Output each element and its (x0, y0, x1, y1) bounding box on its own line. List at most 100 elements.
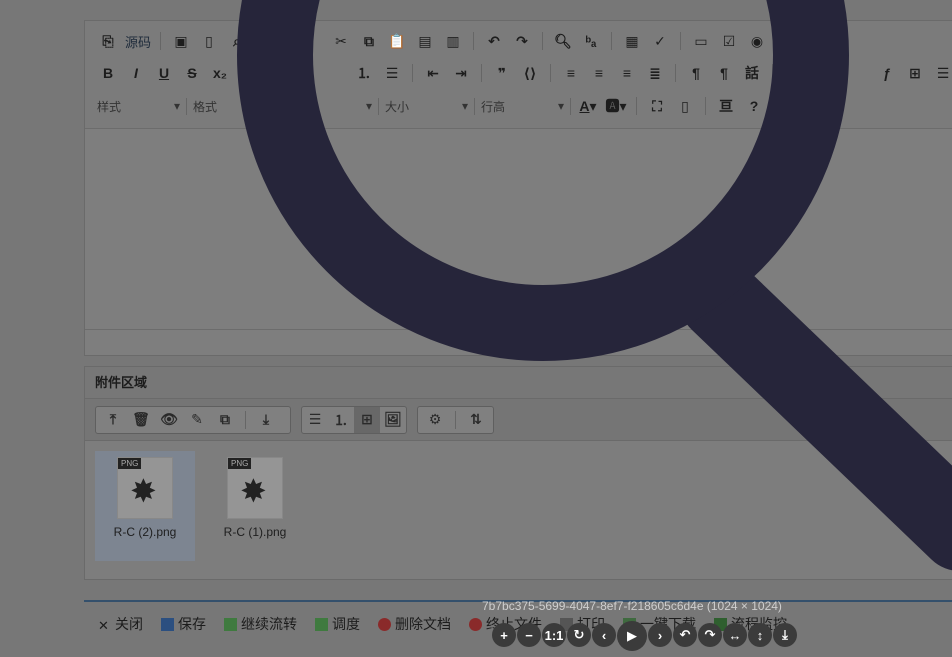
file-name: R-C (2).png (113, 525, 177, 539)
action-save-button[interactable]: 保存 (161, 614, 206, 634)
text-color-icon[interactable]: A ▾ (577, 95, 599, 117)
png-file-icon: PNG (227, 457, 283, 519)
table-icon[interactable]: ⊞ (904, 62, 926, 84)
action-forward-doc-button[interactable]: 继续流转 (224, 614, 297, 634)
upload-icon[interactable]: ⤒ (102, 409, 124, 431)
justify-icon[interactable]: ≣ (644, 62, 666, 84)
prev-button[interactable]: ‹ (592, 623, 616, 647)
download-icon[interactable]: ⤓ (255, 409, 277, 431)
list-view-icon[interactable]: ☰ (302, 409, 328, 431)
outdent-icon[interactable]: ⇤ (422, 62, 444, 84)
view-icon[interactable]: 👁︎ (158, 409, 180, 431)
flash-icon[interactable]: ƒ (876, 62, 898, 84)
editor-toolbar: ⎘ 源码 ▣ ▯ ⌕ ✂ ⧉ 📋 ▤ ▥ ↶ ↷ 🔍︎ ᵇₐ ▦ ✓ ▭ ☑ ◉ ▭ B I U Sx₂ ⒈ ☰ … (85, 21, 952, 129)
source-icon[interactable]: ⎘ (97, 30, 119, 52)
preview-icon[interactable]: ⌕ (226, 30, 248, 52)
font-select[interactable]: 字体 ▾ (289, 97, 379, 115)
copy-icon[interactable]: ⧉ (214, 409, 236, 431)
textfield-icon[interactable]: ▭ (774, 30, 796, 52)
attachment-toolbar: ⤒ 🗑︎ 👁︎ ✎ ⧉ ⤓ ☰ ⒈ ⊞ 🖼︎ ⚙ ⇅ (85, 399, 952, 441)
checkbox-icon[interactable]: ☑ (718, 30, 740, 52)
rtl-icon[interactable]: ¶ (713, 62, 735, 84)
close-icon: ✕ (98, 617, 109, 633)
zoom-in-button[interactable]: + (492, 623, 516, 647)
indent-icon[interactable]: ⇥ (450, 62, 472, 84)
stop-icon (469, 617, 482, 631)
cut-icon[interactable]: ✂ (330, 30, 352, 52)
attachment-file[interactable]: PNG R-C (1).png (205, 451, 305, 561)
ltr-icon[interactable]: ¶ (685, 62, 707, 84)
action-label: 关闭 (115, 616, 143, 632)
paste-text-icon[interactable]: ▤ (414, 30, 436, 52)
italic-icon[interactable]: I (125, 62, 147, 84)
actual-size-button[interactable]: 1:1 (542, 623, 566, 647)
align-center-icon[interactable]: ≡ (588, 62, 610, 84)
attachment-file[interactable]: PNG R-C (2).png (95, 451, 195, 561)
bg-color-icon[interactable]: 🅰▾ (605, 95, 627, 117)
reset-button[interactable]: ↻ (567, 623, 591, 647)
action-label: 调度 (332, 616, 360, 632)
copy-icon[interactable]: ⧉ (358, 30, 380, 52)
radio-icon[interactable]: ◉ (746, 30, 768, 52)
action-delete-button[interactable]: 删除文档 (378, 614, 451, 634)
maximize-icon[interactable]: ⛶ (646, 95, 668, 117)
rotate-left-button[interactable]: ↶ (673, 623, 697, 647)
forward-doc-icon (224, 617, 237, 631)
download-button[interactable]: ⤓ (773, 623, 797, 647)
paste-word-icon[interactable]: ▥ (442, 30, 464, 52)
link-icon[interactable]: ⚭ (782, 62, 804, 84)
replace-icon[interactable]: ᵇₐ (580, 30, 602, 52)
align-right-icon[interactable]: ≡ (616, 62, 638, 84)
image-view-icon[interactable]: 🖼︎ (380, 409, 406, 431)
align-left-icon[interactable]: ≡ (560, 62, 582, 84)
action-label: 删除文档 (395, 616, 451, 632)
hr-icon[interactable]: ☰ (932, 62, 952, 84)
div-icon[interactable]: ⟨⟩ (519, 62, 541, 84)
format-select[interactable]: 格式 ▾ (193, 97, 283, 115)
new-page-icon[interactable]: ▯ (198, 30, 220, 52)
png-file-icon: PNG (117, 457, 173, 519)
help-icon[interactable]: ? (743, 95, 765, 117)
bulleted-list-icon[interactable]: ☰ (381, 62, 403, 84)
form-icon[interactable]: ▭ (690, 30, 712, 52)
template-icon[interactable]: 亘 (715, 95, 737, 117)
next-button[interactable]: › (648, 623, 672, 647)
numbered-view-icon[interactable]: ⒈ (328, 409, 354, 431)
zoom-out-button[interactable]: − (517, 623, 541, 647)
style-select[interactable]: 样式 ▾ (97, 97, 187, 115)
editor-content[interactable] (85, 129, 952, 329)
save-icon (161, 617, 174, 631)
spellcheck-icon[interactable]: ✓ (649, 30, 671, 52)
file-name: R-C (1).png (223, 525, 287, 539)
delete-icon (378, 617, 391, 631)
edit-icon[interactable]: ✎ (186, 409, 208, 431)
undo-icon[interactable]: ↶ (483, 30, 505, 52)
show-blocks-icon[interactable]: ▯ (674, 95, 696, 117)
find-icon[interactable]: 🔍︎ (552, 30, 574, 52)
action-label: 继续流转 (241, 616, 297, 632)
delete-icon[interactable]: 🗑︎ (130, 409, 152, 431)
bold-icon[interactable]: B (97, 62, 119, 84)
rotate-right-button[interactable]: ↷ (698, 623, 722, 647)
flip-vertical-button[interactable]: ↕ (748, 623, 772, 647)
sort-icon[interactable]: ⇅ (465, 409, 487, 431)
save-icon[interactable]: ▣ (170, 30, 192, 52)
subscript-icon[interactable]: x₂ (209, 62, 231, 84)
size-select[interactable]: 大小 ▾ (385, 97, 475, 115)
select-all-icon[interactable]: ▦ (621, 30, 643, 52)
play-button[interactable]: ▶ (617, 621, 647, 651)
redo-icon[interactable]: ↷ (511, 30, 533, 52)
language-icon[interactable]: 話 (741, 62, 763, 84)
grid-view-icon[interactable]: ⊞ (354, 406, 380, 433)
action-close-button[interactable]: ✕ 关闭 (98, 614, 143, 634)
underline-icon[interactable]: U (153, 62, 175, 84)
settings-icon[interactable]: ⚙ (424, 409, 446, 431)
lineheight-select[interactable]: 行高 ▾ (481, 97, 571, 115)
paste-icon[interactable]: 📋 (386, 30, 408, 52)
source-button[interactable]: 源码 (125, 32, 151, 51)
action-dispatch-button[interactable]: 调度 (315, 614, 360, 634)
blockquote-icon[interactable]: ❞ (491, 62, 513, 84)
numbered-list-icon[interactable]: ⒈ (353, 62, 375, 84)
strike-icon[interactable]: S (181, 62, 203, 84)
flip-horizontal-button[interactable]: ↔ (723, 623, 747, 647)
